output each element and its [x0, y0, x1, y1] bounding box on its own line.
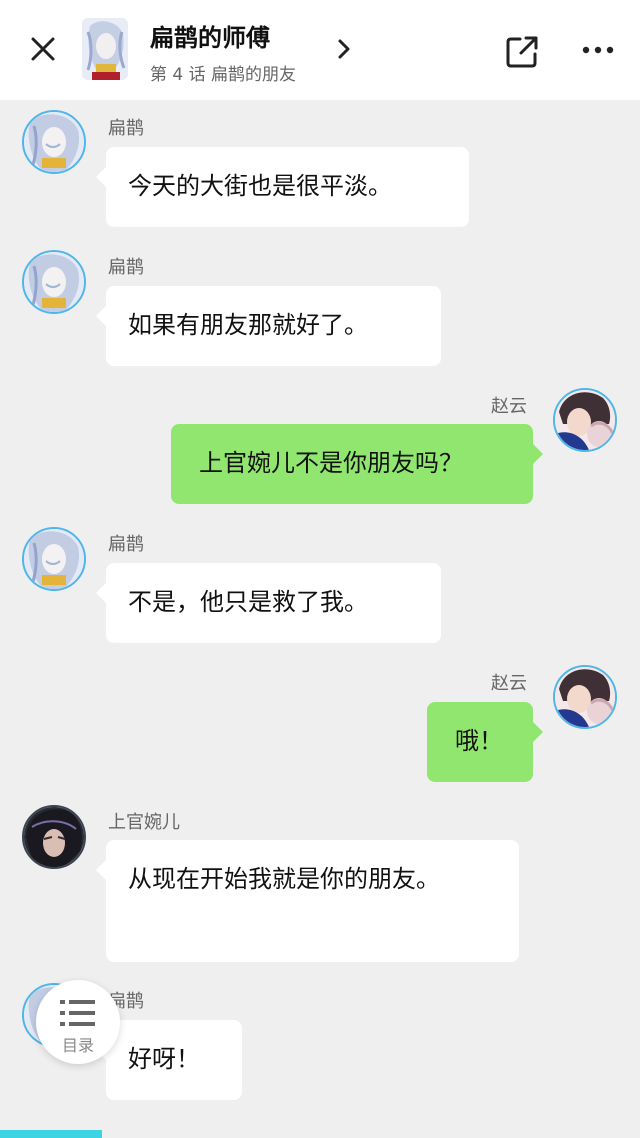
sender-name: 上官婉儿: [108, 812, 180, 833]
title-chevron-button[interactable]: [330, 34, 358, 64]
list-icon: [60, 1000, 95, 1026]
message-bubble[interactable]: 如果有朋友那就好了。: [96, 286, 441, 366]
comic-title[interactable]: 扁鹊的师傅: [150, 18, 270, 53]
message-text: 好呀！: [128, 1045, 200, 1073]
message-bubble[interactable]: 上官婉儿不是你朋友吗？: [171, 424, 543, 504]
toc-button[interactable]: 目录: [36, 980, 120, 1064]
reading-progress-bar: [0, 1130, 640, 1138]
message-text: 哦！: [455, 727, 503, 755]
reading-progress-fill: [0, 1130, 103, 1138]
message-text: 如果有朋友那就好了。: [128, 311, 368, 339]
message-text: 不是，他只是救了我。: [128, 588, 368, 616]
more-icon: [582, 46, 614, 54]
comic-cover-thumbnail[interactable]: [82, 18, 128, 80]
message-bubble[interactable]: 哦！: [427, 702, 543, 782]
close-button[interactable]: [24, 30, 62, 68]
message-text: 从现在开始我就是你的朋友。: [128, 865, 440, 893]
toc-label: 目录: [61, 1036, 94, 1055]
chevron-right-icon: [338, 39, 350, 59]
share-button[interactable]: [500, 30, 544, 74]
avatar-bianque[interactable]: [22, 527, 86, 591]
share-icon: [506, 36, 538, 68]
message-text: 今天的大街也是很平淡。: [128, 172, 392, 200]
message-bubble[interactable]: 好呀！: [96, 1020, 242, 1100]
sender-name: 扁鹊: [108, 118, 144, 139]
header-bar: 扁鹊的师傅 第 4 话 扁鹊的朋友: [0, 0, 640, 100]
more-options-button[interactable]: [574, 30, 622, 70]
avatar-shangguanwaner[interactable]: [22, 805, 86, 869]
avatar-zhaoyun[interactable]: [553, 665, 617, 729]
avatar-bianque[interactable]: [22, 250, 86, 314]
message-bubble[interactable]: 今天的大街也是很平淡。: [96, 147, 469, 227]
message-bubble[interactable]: 不是，他只是救了我。: [96, 563, 441, 643]
sender-name: 赵云: [491, 673, 527, 694]
message-bubble[interactable]: 从现在开始我就是你的朋友。: [96, 840, 519, 962]
message-text: 上官婉儿不是你朋友吗？: [199, 449, 463, 477]
avatar-zhaoyun[interactable]: [553, 388, 617, 452]
episode-subtitle: 第 4 话 扁鹊的朋友: [150, 65, 297, 85]
close-icon: [31, 37, 55, 61]
reader-screen: 扁鹊的师傅 第 4 话 扁鹊的朋友 扁鹊 今天的大街也是很平淡。 扁鹊 如果有朋…: [0, 0, 640, 1138]
sender-name: 扁鹊: [108, 534, 144, 555]
sender-name: 扁鹊: [108, 257, 144, 278]
sender-name: 赵云: [491, 396, 527, 417]
avatar-bianque[interactable]: [22, 110, 86, 174]
